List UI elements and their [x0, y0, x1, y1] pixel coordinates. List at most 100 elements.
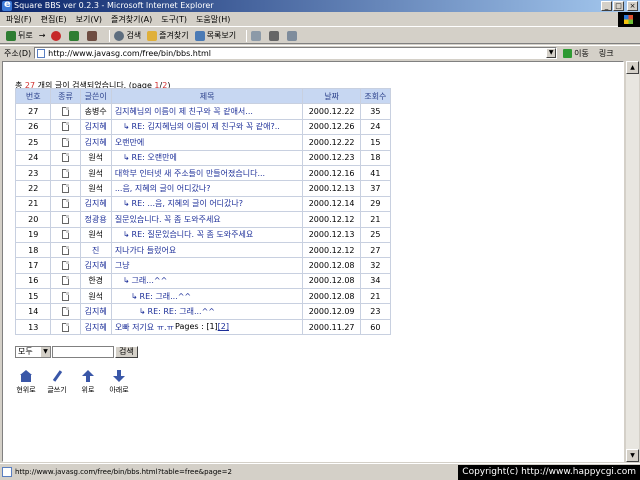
- minimize-button[interactable]: _: [601, 1, 612, 11]
- document-icon: [61, 260, 69, 270]
- refresh-button[interactable]: [69, 30, 81, 41]
- favorites-button[interactable]: 즐겨찾기: [147, 30, 189, 41]
- favorites-label: 즐겨찾기: [159, 31, 189, 40]
- search-submit-button[interactable]: 검색: [115, 346, 138, 358]
- post-title-link[interactable]: 지나가다 들렀어요: [115, 246, 176, 255]
- post-number: 13: [14, 318, 52, 336]
- history-button[interactable]: 목록보기: [194, 30, 236, 41]
- up-button[interactable]: 위로: [73, 370, 103, 395]
- table-row: 15 원석 ↳ RE: 그래...^^ 2000.12.08 21: [14, 288, 392, 305]
- post-title-link[interactable]: 오랜만에: [115, 138, 144, 147]
- stop-button[interactable]: [51, 30, 63, 41]
- post-views: 37: [359, 180, 392, 197]
- go-button[interactable]: 이동: [563, 48, 589, 59]
- post-number: 27: [14, 103, 52, 120]
- post-views: 21: [359, 211, 392, 228]
- address-dropdown-icon[interactable]: ▼: [546, 48, 557, 58]
- post-title-cell: ↳ RE: 김지혜님의 이름이 제 친구와 꼭 같애?..: [110, 118, 304, 136]
- vertical-scrollbar[interactable]: ▲ ▼: [626, 61, 639, 462]
- maximize-button[interactable]: □: [613, 1, 624, 11]
- post-views: 24: [359, 118, 392, 136]
- down-button[interactable]: 아래로: [104, 370, 134, 395]
- post-title-link[interactable]: RE: RE: 그래...^^: [148, 307, 215, 316]
- post-title-link[interactable]: 대학부 인터넷 새 주소들이 만들어졌습니다...: [115, 169, 265, 178]
- menu-tools[interactable]: 도구(T): [161, 14, 187, 25]
- post-number: 17: [14, 257, 52, 274]
- post-author[interactable]: 김지혜: [79, 257, 112, 274]
- post-title-link[interactable]: 질문있습니다. 꼭 좀 도와주세요: [115, 215, 221, 224]
- home-nav-button[interactable]: 현위로: [11, 370, 41, 395]
- edit-icon: [287, 30, 298, 41]
- scroll-down-icon[interactable]: ▼: [626, 449, 639, 462]
- write-label: 글쓰기: [47, 386, 67, 394]
- board-rows: 27 송병수 김지혜님의 이름이 제 친구와 꼭 같애서... 2000.12.22 3…: [14, 103, 392, 336]
- menu-file[interactable]: 파일(F): [6, 14, 32, 25]
- edit-button[interactable]: [287, 30, 299, 41]
- post-title-link[interactable]: RE: 질문있습니다. 꼭 좀 도와주세요: [132, 230, 254, 239]
- status-page-icon: [2, 467, 12, 477]
- table-row: 14 김지혜 ↳ RE: RE: 그래...^^ 2000.12.09 23: [14, 303, 392, 320]
- post-date: 2000.12.13: [302, 180, 361, 197]
- post-title-link[interactable]: 그냥: [115, 261, 130, 270]
- links-button[interactable]: 링크: [599, 48, 614, 59]
- post-title-link[interactable]: 오빠 저기요 ㅠ.ㅠ: [115, 323, 174, 332]
- post-kind: [50, 303, 81, 320]
- post-views: 25: [359, 226, 392, 243]
- search-button[interactable]: 검색: [114, 30, 141, 41]
- post-author[interactable]: 김지혜: [79, 303, 112, 320]
- forward-button[interactable]: →: [39, 31, 46, 40]
- post-author[interactable]: 김지혜: [79, 195, 112, 213]
- post-title-link[interactable]: RE: 오랜만에: [132, 153, 177, 162]
- post-title-cell: ↳ RE: RE: 그래...^^: [110, 303, 304, 320]
- address-input[interactable]: http://www.javasg.com/free/bin/bbs.html …: [34, 47, 558, 59]
- post-title-link[interactable]: ...음, 지혜의 글이 어디갔나?: [115, 184, 211, 193]
- post-title-link[interactable]: RE: ...음, 지혜의 글이 어디갔나?: [132, 199, 244, 208]
- document-icon: [61, 322, 69, 332]
- post-title-link[interactable]: 김지혜님의 이름이 제 친구와 꼭 같애서...: [115, 107, 253, 116]
- document-icon: [61, 107, 69, 117]
- document-icon: [61, 122, 69, 132]
- post-title-cell: 오랜만에: [110, 134, 304, 151]
- post-title-cell: ↳ 그래...^^: [110, 272, 304, 290]
- history-icon: [194, 30, 205, 41]
- post-author: 원석: [79, 226, 112, 243]
- post-author[interactable]: 김지혜: [79, 134, 112, 151]
- post-author[interactable]: 진: [79, 241, 112, 259]
- post-date: 2000.12.14: [302, 195, 361, 213]
- post-number: 16: [14, 272, 52, 290]
- arrow-down-icon: [112, 370, 126, 383]
- post-views: 23: [359, 303, 392, 320]
- post-author[interactable]: 김지혜: [79, 118, 112, 136]
- post-title-link[interactable]: RE: 김지혜님의 이름이 제 친구와 꼭 같애?..: [132, 122, 280, 131]
- header-number: 번호: [14, 87, 52, 105]
- page-1-link[interactable]: [1]: [206, 322, 217, 331]
- post-author[interactable]: 김지혜: [79, 318, 112, 336]
- scroll-up-icon[interactable]: ▲: [626, 61, 639, 74]
- post-author[interactable]: 정광용: [79, 211, 112, 228]
- post-kind: [50, 272, 81, 290]
- menu-view[interactable]: 보기(V): [76, 14, 102, 25]
- search-label: 검색: [126, 31, 142, 40]
- print-button[interactable]: [269, 30, 281, 41]
- header-date: 날짜: [302, 87, 361, 105]
- ie-logo-icon: [2, 0, 12, 11]
- toolbar-divider: [109, 29, 111, 42]
- search-field-select[interactable]: 모두 ▼: [15, 346, 51, 358]
- close-button[interactable]: ×: [627, 1, 638, 11]
- post-kind: [50, 118, 81, 136]
- post-title-cell: 지나가다 들렀어요: [110, 241, 304, 259]
- search-input[interactable]: [52, 346, 114, 358]
- back-button[interactable]: 뒤로: [6, 30, 33, 41]
- header-author: 글쓴이: [79, 87, 112, 105]
- menu-edit[interactable]: 편집(E): [41, 14, 67, 25]
- write-button[interactable]: 글쓰기: [42, 370, 72, 395]
- menu-help[interactable]: 도움말(H): [196, 14, 230, 25]
- mail-button[interactable]: [251, 30, 263, 41]
- page-2-link[interactable]: [2]: [218, 322, 229, 331]
- menu-favorites[interactable]: 즐겨찾기(A): [111, 14, 152, 25]
- post-title-link[interactable]: 그래...^^: [132, 276, 168, 285]
- reply-arrow-icon: ↳: [122, 199, 130, 209]
- home-button[interactable]: [87, 30, 99, 41]
- reply-arrow-icon: ↳: [130, 291, 138, 301]
- post-title-link[interactable]: RE: 그래...^^: [140, 292, 192, 301]
